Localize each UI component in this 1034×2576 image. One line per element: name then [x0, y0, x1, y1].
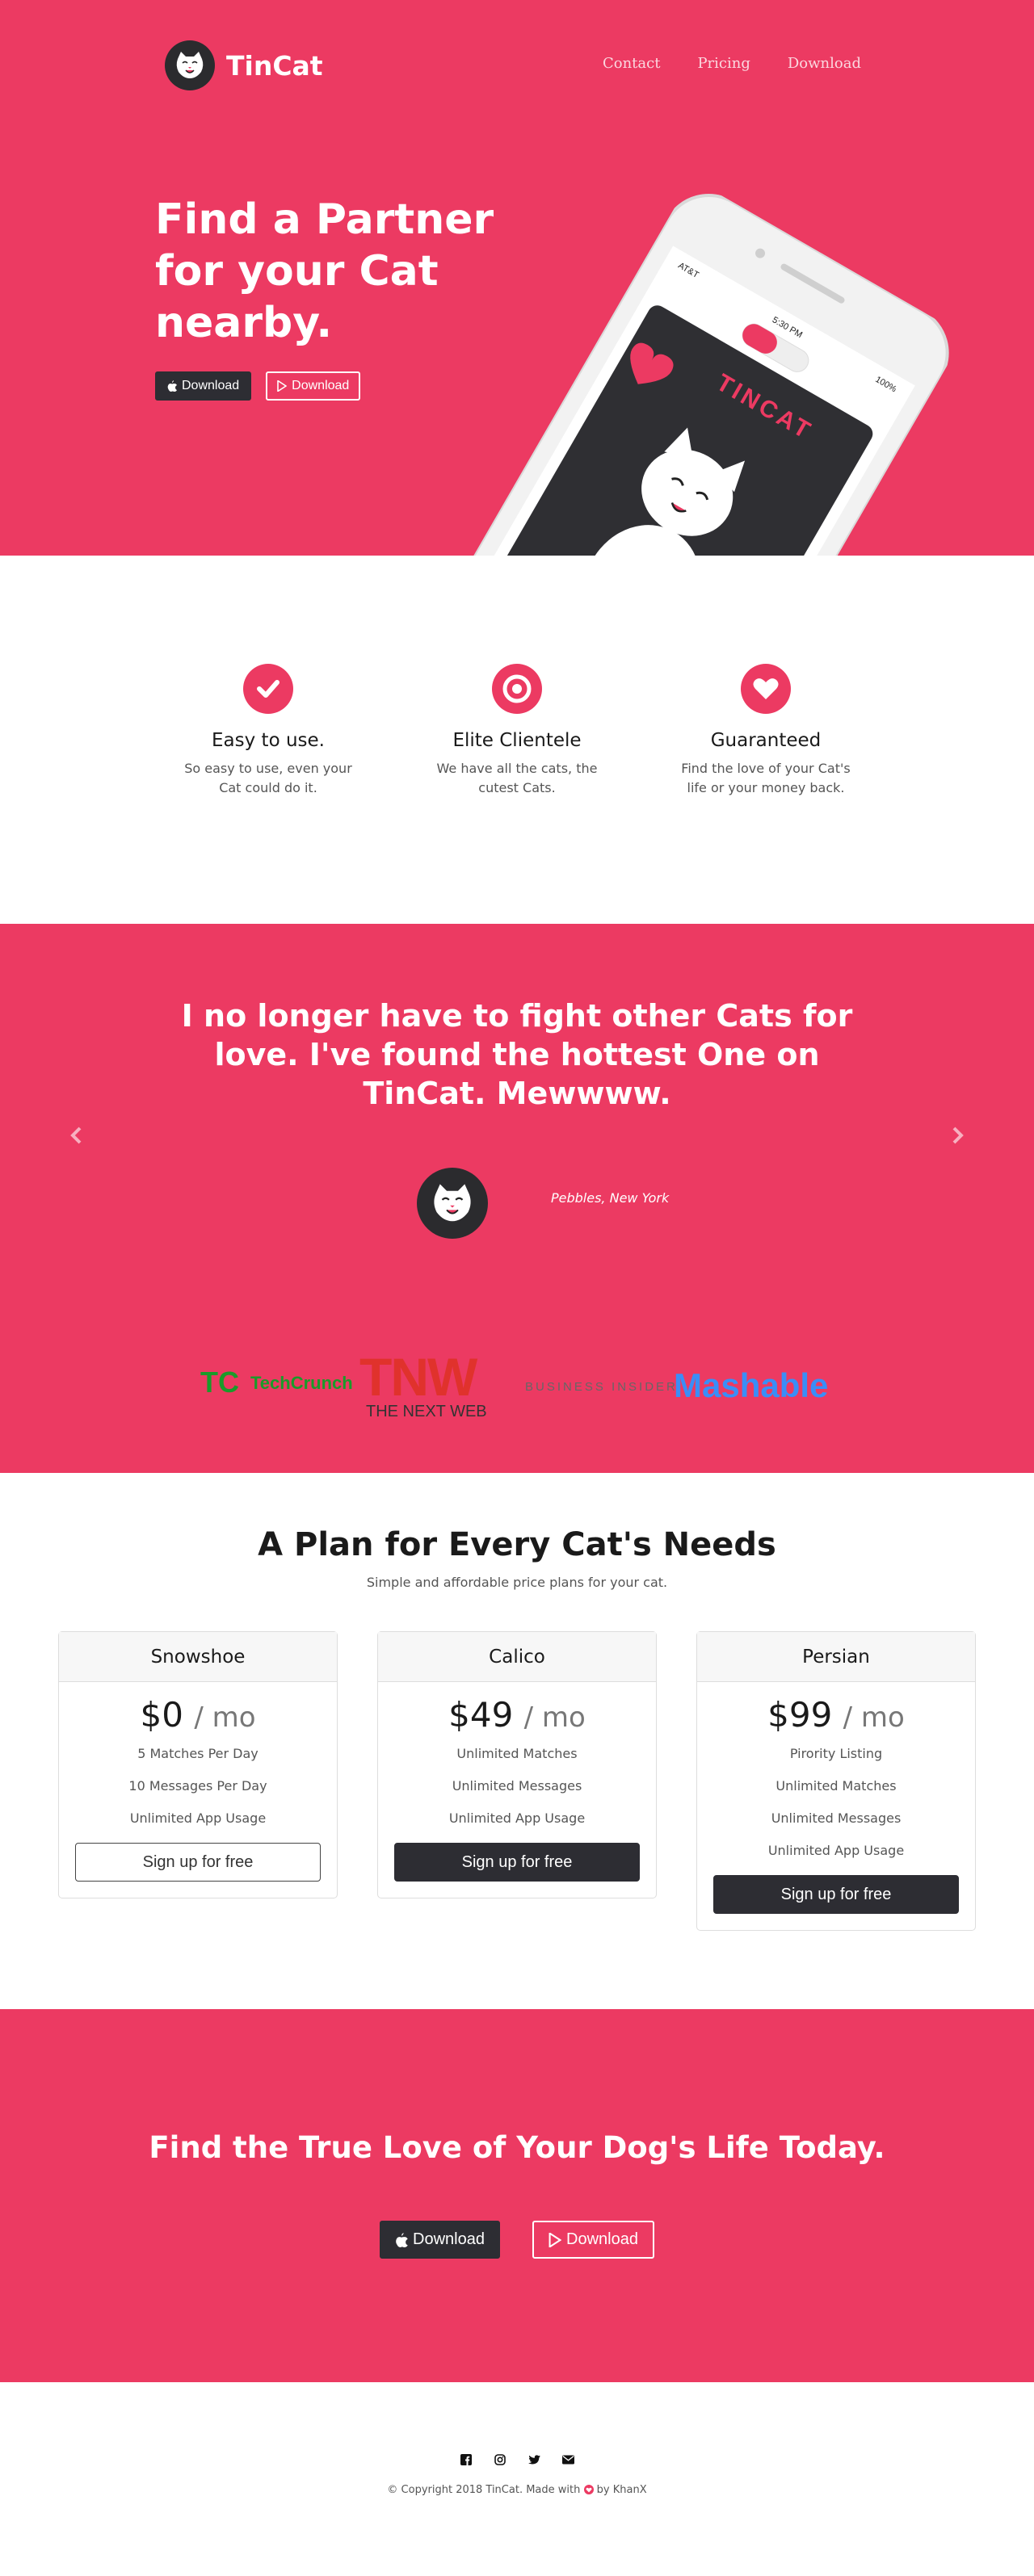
heart-icon	[741, 664, 791, 714]
cta-download-buttons: Download Download	[0, 2221, 1034, 2259]
nav-contact-link[interactable]: Contact	[603, 55, 660, 72]
plan-name: Calico	[378, 1632, 656, 1682]
feature-title: Guaranteed	[710, 730, 822, 751]
cta-download-apple-label: Download	[413, 2230, 485, 2248]
social-links	[0, 2453, 1034, 2466]
pricing-title: A Plan for Every Cat's Needs	[258, 1526, 776, 1563]
brand-logo[interactable]: TinCat	[165, 40, 323, 90]
apple-icon	[167, 380, 177, 392]
nav-links: Contact Pricing Download	[603, 55, 861, 72]
testimonial-quote: I no longer have to fight other Cats for…	[181, 998, 853, 1111]
plan-feature: Unlimited Matches	[456, 1746, 578, 1761]
plan-feature: 5 Matches Per Day	[137, 1746, 258, 1761]
cta-section: Find the True Love of Your Dog's Life To…	[0, 2009, 1034, 2382]
plan-feature: Pirority Listing	[789, 1746, 883, 1761]
signup-snowshoe-button[interactable]: Sign up for free	[75, 1843, 321, 1882]
download-apple-button[interactable]: Download	[155, 371, 252, 401]
twitter-icon[interactable]	[528, 2453, 540, 2466]
facebook-icon[interactable]	[460, 2453, 473, 2466]
carousel-prev-icon[interactable]	[69, 1126, 82, 1150]
svg-text:THE NEXT WEB: THE NEXT WEB	[366, 1403, 487, 1420]
feature-title: Easy to use.	[212, 730, 325, 751]
bullseye-icon	[492, 664, 542, 714]
navbar: TinCat Contact Pricing Download	[0, 0, 1034, 129]
google-play-icon	[549, 2232, 561, 2247]
plan-price: $99 / mo	[767, 1695, 905, 1735]
feature-text: So easy to use, even your Cat could do i…	[184, 761, 352, 795]
plan-feature: Unlimited Messages	[452, 1778, 582, 1794]
plan-card-snowshoe: Snowshoe $0 / mo 5 Matches Per Day 10 Me…	[58, 1631, 338, 1898]
copyright-text: © Copyright 2018 TinCat. Made with by Kh…	[387, 2484, 647, 2496]
plan-name: Persian	[697, 1632, 975, 1682]
tnw-logo: TNW THE NEXT WEB	[359, 1347, 487, 1420]
apple-icon	[396, 2232, 408, 2247]
cta-download-apple-button[interactable]: Download	[380, 2221, 500, 2259]
feature-title: Elite Clientele	[452, 730, 582, 751]
plan-feature: Unlimited App Usage	[129, 1810, 267, 1826]
hero-section: TinCat Contact Pricing Download Find a P…	[0, 0, 1034, 556]
plan-feature: 10 Messages Per Day	[128, 1778, 267, 1794]
hero-download-buttons: Download Download	[155, 371, 361, 401]
plan-price: $0 / mo	[140, 1695, 256, 1735]
svg-text:Mashable: Mashable	[674, 1366, 828, 1404]
check-icon	[243, 664, 293, 714]
feature-easy: Easy to use. So easy to use, even your C…	[171, 664, 365, 798]
techcrunch-logo: TC TechCrunch	[200, 1366, 353, 1399]
plan-name: Snowshoe	[59, 1632, 337, 1682]
mashable-logo: Mashable	[674, 1366, 828, 1404]
cat-face-icon	[434, 1184, 471, 1222]
signup-persian-button[interactable]: Sign up for free	[713, 1875, 959, 1914]
cta-download-play-label: Download	[566, 2230, 638, 2248]
download-apple-label: Download	[182, 379, 240, 392]
signup-calico-button[interactable]: Sign up for free	[394, 1843, 640, 1882]
svg-text:BUSINESS INSIDER: BUSINESS INSIDER	[525, 1380, 678, 1394]
press-logos: TC TechCrunch TNW THE NEXT WEB BUSINESS …	[0, 1344, 1034, 1424]
pricing-section: A Plan for Every Cat's Needs Simple and …	[0, 1473, 1034, 2009]
plan-price: $49 / mo	[448, 1695, 586, 1735]
svg-text:TC: TC	[200, 1366, 239, 1399]
nav-download-link[interactable]: Download	[788, 55, 861, 72]
instagram-icon[interactable]	[494, 2453, 506, 2466]
download-play-label: Download	[292, 379, 350, 392]
nav-pricing-link[interactable]: Pricing	[697, 55, 750, 72]
google-play-icon	[277, 380, 288, 392]
plan-feature: Unlimited App Usage	[767, 1843, 905, 1858]
brand-name: TinCat	[226, 49, 323, 82]
feature-elite: Elite Clientele We have all the cats, th…	[420, 664, 614, 798]
footer: © Copyright 2018 TinCat. Made with by Kh…	[0, 2382, 1034, 2576]
carousel-next-icon[interactable]	[952, 1126, 965, 1150]
feature-text: We have all the cats, the cutest Cats.	[436, 761, 598, 795]
testimonial-section: I no longer have to fight other Cats for…	[0, 924, 1034, 1473]
cta-download-play-button[interactable]: Download	[532, 2221, 654, 2259]
plan-feature: Unlimited Messages	[771, 1810, 902, 1826]
testimonial-avatar	[417, 1168, 488, 1239]
testimonial-author: Pebbles, New York	[551, 1190, 670, 1206]
cat-face-icon	[165, 40, 215, 90]
business-insider-logo: BUSINESS INSIDER	[525, 1380, 678, 1394]
download-play-button[interactable]: Download	[266, 371, 361, 401]
hero-title: Find a Partner for your Cat nearby.	[155, 195, 494, 347]
plan-card-calico: Calico $49 / mo Unlimited Matches Unlimi…	[377, 1631, 657, 1898]
feature-guaranteed: Guaranteed Find the love of your Cat's l…	[669, 664, 863, 798]
cta-title: Find the True Love of Your Dog's Life To…	[149, 2130, 885, 2165]
envelope-icon[interactable]	[561, 2453, 574, 2466]
svg-text:TechCrunch: TechCrunch	[250, 1373, 353, 1393]
heart-icon	[583, 2484, 597, 2496]
features-section: Easy to use. So easy to use, even your C…	[0, 556, 1034, 924]
svg-text:TNW: TNW	[359, 1347, 478, 1407]
feature-text: Find the love of your Cat's life or your…	[681, 761, 851, 795]
plan-feature: Unlimited App Usage	[448, 1810, 586, 1826]
pricing-subtitle: Simple and affordable price plans for yo…	[366, 1575, 668, 1590]
plan-card-persian: Persian $99 / mo Pirority Listing Unlimi…	[696, 1631, 976, 1931]
plan-feature: Unlimited Matches	[776, 1778, 897, 1794]
